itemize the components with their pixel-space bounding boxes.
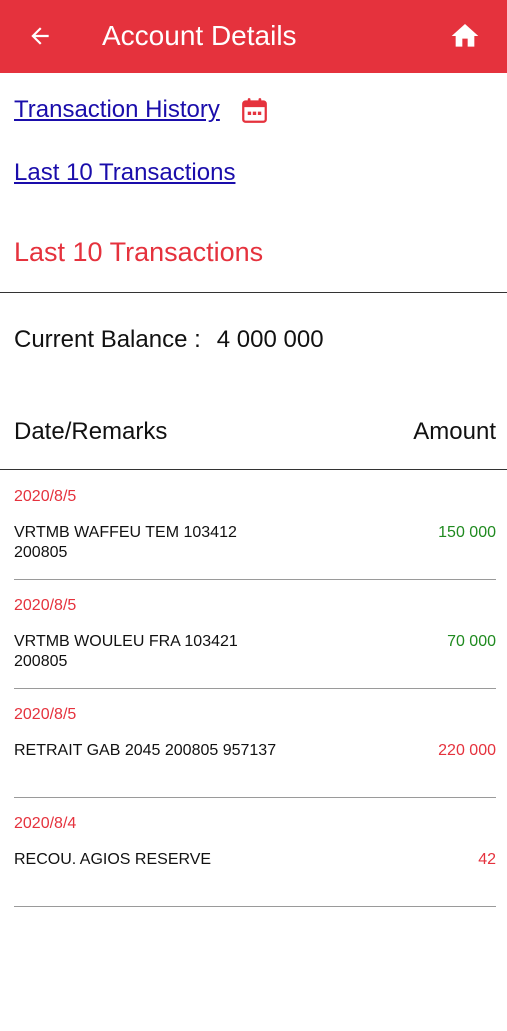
transaction-row[interactable]: 2020/8/4 RECOU. AGIOS RESERVE 42 (14, 798, 496, 907)
transaction-remarks: VRTMB WOULEU FRA 103421 200805 (14, 633, 238, 670)
home-button[interactable] (446, 17, 484, 55)
home-icon (451, 24, 479, 47)
transaction-list: 2020/8/5 VRTMB WAFFEU TEM 103412 200805 … (14, 471, 496, 907)
balance-label: Current Balance : (14, 326, 201, 353)
transaction-row[interactable]: 2020/8/5 VRTMB WOULEU FRA 103421 200805 … (14, 580, 496, 689)
transaction-remarks: VRTMB WAFFEU TEM 103412 200805 (14, 524, 237, 561)
transaction-remarks: RETRAIT GAB 2045 200805 957137 (14, 742, 277, 759)
transaction-amount: 220 000 (438, 742, 496, 759)
transaction-date: 2020/8/5 (14, 597, 77, 614)
section-title: Last 10 Transactions (14, 237, 264, 267)
column-header-amount: Amount (413, 418, 496, 445)
column-header-date-remarks: Date/Remarks (14, 418, 168, 445)
divider (0, 469, 507, 470)
transaction-row[interactable]: 2020/8/5 VRTMB WAFFEU TEM 103412 200805 … (14, 471, 496, 580)
arrow-left-icon (31, 27, 49, 45)
balance-value: 4 000 000 (216, 326, 324, 353)
transaction-date: 2020/8/5 (14, 488, 77, 505)
app-bar: Account Details (0, 0, 507, 73)
last-10-transactions-link[interactable]: Last 10 Transactions (14, 158, 235, 188)
page-title: Account Details (102, 20, 297, 51)
back-button[interactable] (22, 18, 58, 54)
transaction-history-link[interactable]: Transaction History (14, 95, 220, 125)
calendar-icon[interactable] (241, 97, 268, 124)
transaction-remarks: RECOU. AGIOS RESERVE (14, 851, 212, 868)
transaction-row[interactable]: 2020/8/5 RETRAIT GAB 2045 200805 957137 … (14, 689, 496, 798)
transaction-amount: 70 000 (447, 633, 496, 650)
transaction-amount: 150 000 (438, 524, 496, 541)
current-balance: Current Balance : 4 000 000 (14, 324, 324, 356)
divider (0, 292, 507, 293)
transaction-date: 2020/8/5 (14, 706, 77, 723)
transaction-amount: 42 (478, 851, 496, 868)
transaction-date: 2020/8/4 (14, 815, 77, 832)
